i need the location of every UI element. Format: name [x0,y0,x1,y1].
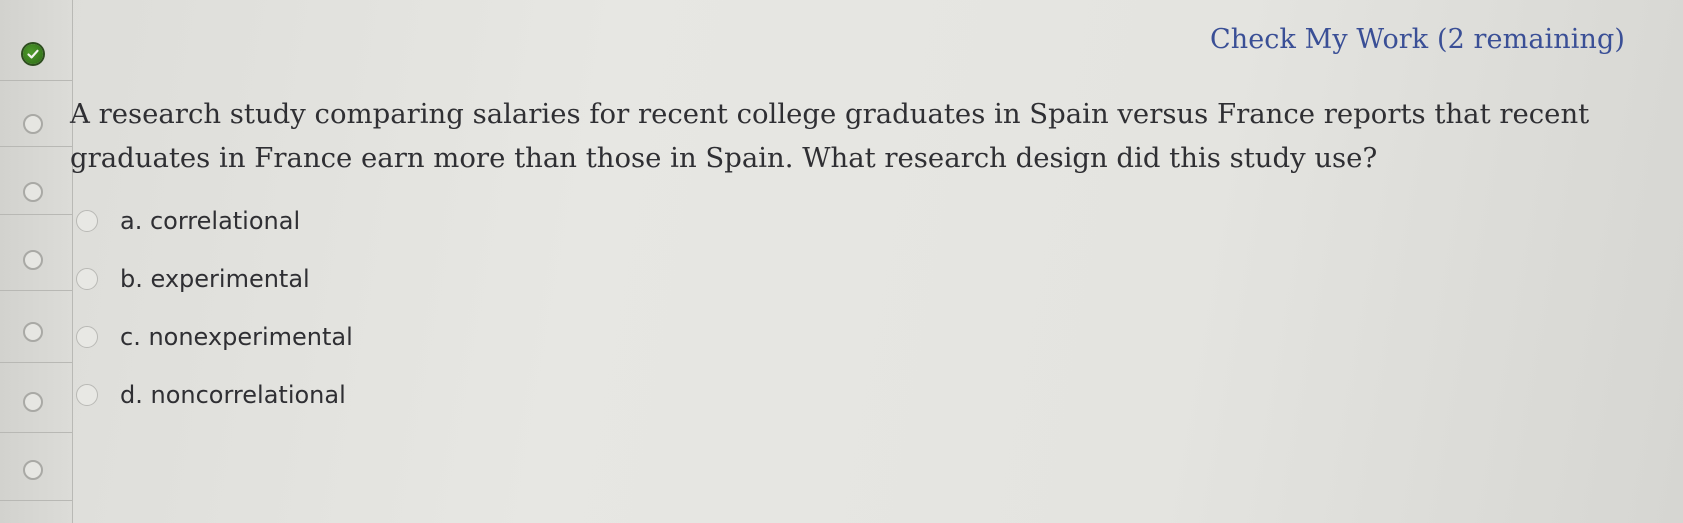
rail-divider [0,500,72,501]
option-c[interactable]: c. nonexperimental [76,308,353,366]
question-node-3[interactable] [23,182,43,202]
question-node-4[interactable] [23,250,43,270]
question-text: A research study comparing salaries for … [70,98,1590,174]
rail-divider [0,214,72,215]
question-node-2[interactable] [23,114,43,134]
question-node-7[interactable] [23,460,43,480]
question-progress-rail [0,0,73,523]
option-label-d: d. noncorrelational [120,381,346,409]
radio-button-b[interactable] [76,268,98,290]
rail-divider [0,80,72,81]
completed-question-check-icon[interactable] [23,44,43,64]
rail-divider [0,432,72,433]
radio-button-d[interactable] [76,384,98,406]
question-node-5[interactable] [23,322,43,342]
question-node-6[interactable] [23,392,43,412]
answer-options: a. correlational b. experimental c. none… [76,192,353,424]
rail-divider [0,290,72,291]
radio-button-c[interactable] [76,326,98,348]
option-label-a: a. correlational [120,207,301,235]
radio-button-a[interactable] [76,210,98,232]
check-my-work-link[interactable]: Check My Work (2 remaining) [1210,24,1625,55]
check-icon [27,49,39,59]
rail-divider [0,362,72,363]
option-d[interactable]: d. noncorrelational [76,366,353,424]
option-a[interactable]: a. correlational [76,192,353,250]
option-label-c: c. nonexperimental [120,323,353,351]
option-b[interactable]: b. experimental [76,250,353,308]
option-label-b: b. experimental [120,265,310,293]
rail-divider [0,146,72,147]
